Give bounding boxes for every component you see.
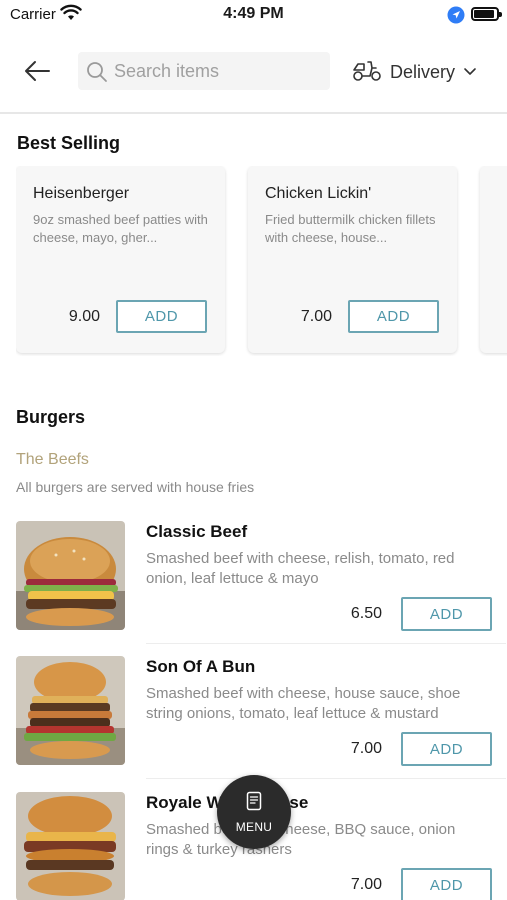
card-description: Fried buttermilk chicken fillets with ch… bbox=[265, 212, 436, 245]
burger-image bbox=[16, 521, 125, 630]
back-button[interactable] bbox=[22, 56, 52, 86]
add-button[interactable]: ADD bbox=[401, 597, 492, 631]
item-description: Smashed beef with cheese, BBQ sauce, oni… bbox=[146, 821, 456, 858]
delivery-selector[interactable]: Delivery bbox=[352, 56, 477, 88]
search-icon bbox=[86, 61, 108, 88]
search-input[interactable] bbox=[114, 55, 320, 87]
item-description: Smashed beef with cheese, relish, tomato… bbox=[146, 550, 455, 587]
card-title: Heisenberger bbox=[33, 185, 130, 202]
back-arrow-icon bbox=[25, 61, 50, 81]
item-price: 7.00 bbox=[350, 876, 382, 893]
menu-item[interactable]: Son Of A Bun Smashed beef with cheese, h… bbox=[16, 656, 492, 776]
menu-item[interactable]: Classic Beef Smashed beef with cheese, r… bbox=[16, 521, 492, 641]
divider bbox=[146, 643, 506, 644]
menu-fab-label: MENU bbox=[235, 819, 273, 834]
chevron-down-icon bbox=[463, 63, 477, 81]
location-icon bbox=[447, 6, 465, 29]
delivery-label: Delivery bbox=[390, 61, 456, 82]
best-selling-card-peek[interactable] bbox=[480, 166, 507, 353]
best-selling-carousel[interactable]: Heisenberger 9oz smashed beef patties wi… bbox=[16, 166, 507, 356]
item-description: Smashed beef with cheese, house sauce, s… bbox=[146, 685, 461, 722]
clock: 4:49 PM bbox=[223, 5, 284, 22]
item-price: 6.50 bbox=[350, 605, 382, 622]
search-bar[interactable] bbox=[78, 52, 330, 90]
add-button[interactable]: ADD bbox=[401, 868, 492, 900]
divider bbox=[146, 778, 506, 779]
item-title: Classic Beef bbox=[146, 522, 248, 541]
header: Delivery bbox=[0, 30, 507, 114]
card-description: 9oz smashed beef patties with cheese, ma… bbox=[33, 212, 208, 245]
add-button[interactable]: ADD bbox=[348, 300, 439, 333]
burger-image bbox=[16, 792, 125, 900]
best-selling-title: Best Selling bbox=[17, 133, 121, 153]
menu-book-icon bbox=[246, 791, 262, 816]
add-button[interactable]: ADD bbox=[116, 300, 207, 333]
card-price: 7.00 bbox=[300, 308, 332, 325]
item-title: Son Of A Bun bbox=[146, 657, 256, 676]
add-button[interactable]: ADD bbox=[401, 732, 492, 766]
menu-fab-button[interactable]: MENU bbox=[217, 775, 291, 849]
item-price: 7.00 bbox=[350, 740, 382, 757]
best-selling-card[interactable]: Heisenberger 9oz smashed beef patties wi… bbox=[16, 166, 225, 353]
battery-icon bbox=[471, 7, 502, 21]
card-price: 9.00 bbox=[68, 308, 100, 325]
status-bar: Carrier 4:49 PM bbox=[0, 0, 507, 30]
scooter-icon bbox=[352, 58, 382, 87]
best-selling-card[interactable]: Chicken Lickin' Fried buttermilk chicken… bbox=[248, 166, 457, 353]
burgers-title: Burgers bbox=[16, 407, 86, 427]
category-note: All burgers are served with house fries bbox=[16, 479, 255, 495]
burger-image bbox=[16, 656, 125, 765]
category-name: The Beefs bbox=[16, 451, 89, 468]
card-title: Chicken Lickin' bbox=[265, 185, 372, 202]
